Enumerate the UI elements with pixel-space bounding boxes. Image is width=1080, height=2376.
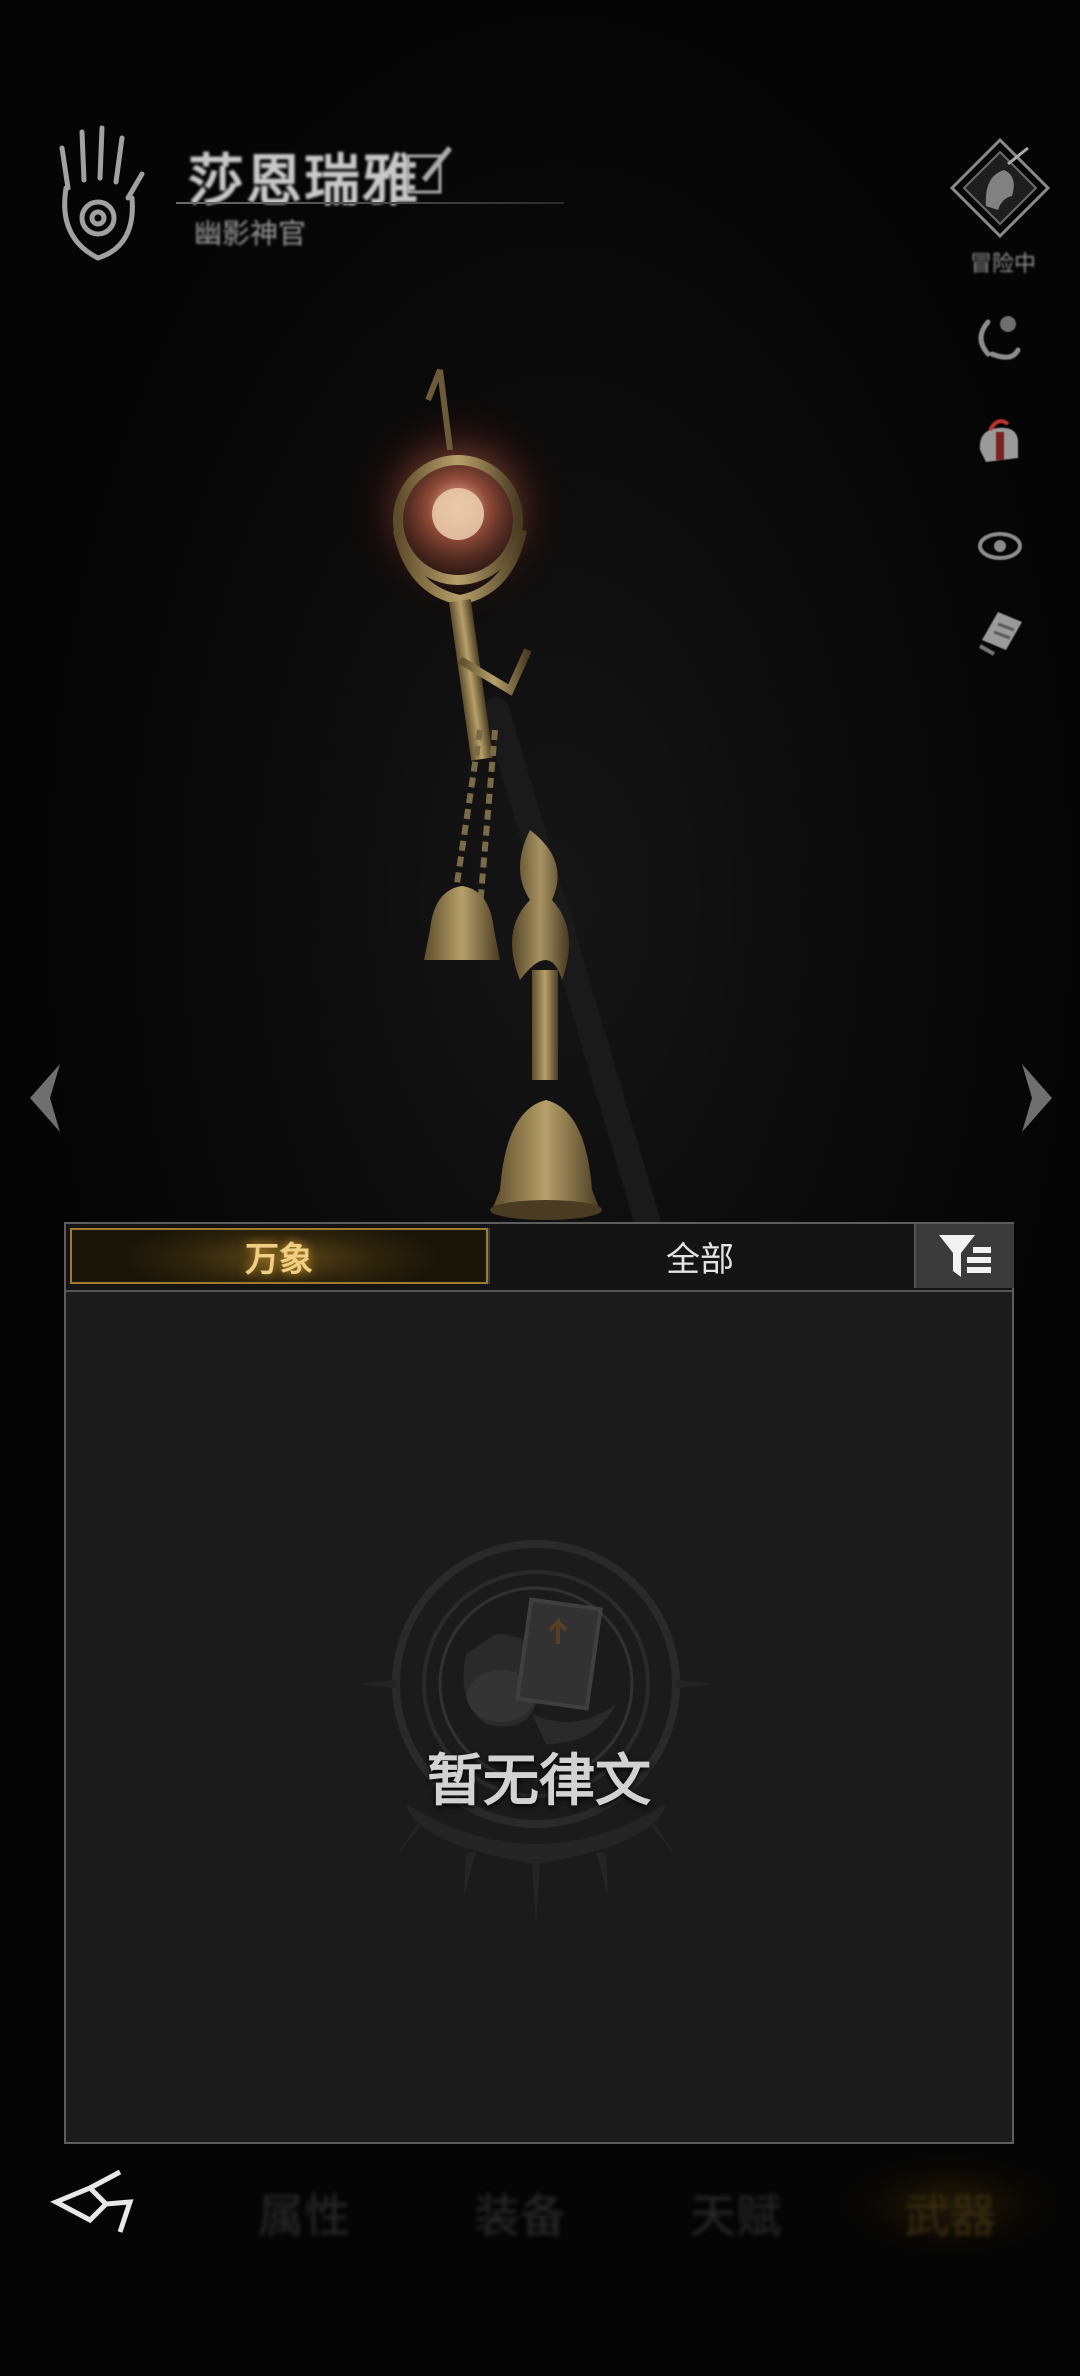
edit-name-icon[interactable] — [404, 138, 454, 198]
bottom-tab-talent[interactable]: 天赋 — [656, 2180, 816, 2246]
character-title: 幽影神官 — [194, 217, 307, 250]
tab-wanxiang-label: 万象 — [245, 1239, 313, 1280]
bottom-tab-weapon[interactable]: 武器 — [870, 2180, 1030, 2246]
character-name: 莎恩瑞雅 — [188, 148, 420, 214]
tab-all-label: 全部 — [666, 1239, 734, 1280]
weapon-staff-artwork — [338, 368, 663, 1230]
next-character-arrow-icon[interactable] — [1012, 1058, 1062, 1138]
gift-icon[interactable] — [968, 410, 1032, 474]
name-underline — [176, 202, 564, 204]
view-eye-icon[interactable] — [968, 514, 1032, 578]
bottom-tab-attributes[interactable]: 属性 — [224, 2180, 384, 2246]
filter-icon — [939, 1235, 991, 1277]
back-arrow-icon[interactable] — [50, 2168, 140, 2238]
tab-all[interactable]: 全部 — [490, 1228, 910, 1284]
empty-state-emblem-icon — [356, 1540, 716, 1924]
memo-card-icon[interactable] — [968, 600, 1032, 664]
voice-icon[interactable] — [968, 306, 1032, 370]
tab-wanxiang[interactable]: 万象 — [70, 1228, 488, 1284]
prev-character-arrow-icon[interactable] — [20, 1058, 70, 1138]
adventure-status-label: 冒险中 — [969, 252, 1036, 277]
panel-tab-bar: 万象 全部 — [66, 1224, 1014, 1292]
hand-emblem-icon — [59, 125, 145, 261]
inscription-panel: 万象 全部 暂无律文 — [64, 1222, 1014, 2144]
filter-button[interactable] — [914, 1224, 1014, 1288]
empty-state-text: 暂无律文 — [427, 1749, 651, 1814]
game-screen: 莎恩瑞雅 幽影神官 冒险中 万象 全部 暂无律文 属性 装备 天赋 武器 — [0, 0, 1080, 2376]
bottom-tab-equipment[interactable]: 装备 — [440, 2180, 600, 2246]
